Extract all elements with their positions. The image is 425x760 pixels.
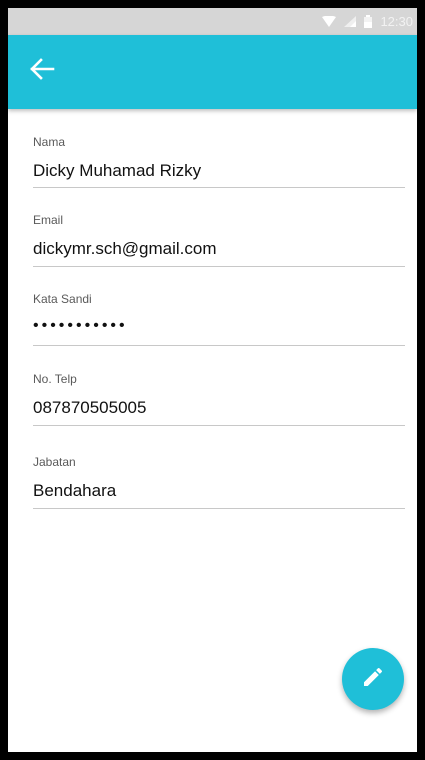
field-label: No. Telp — [33, 372, 77, 386]
field-value: 087870505005 — [33, 398, 147, 417]
status-bar: 12:30 — [8, 8, 417, 35]
pencil-icon — [361, 665, 385, 694]
field-value: Dicky Muhamad Rizky — [33, 161, 202, 180]
field-label: Email — [33, 213, 64, 227]
back-button[interactable] — [24, 53, 60, 89]
status-time: 12:30 — [380, 14, 413, 29]
signal-icon — [344, 16, 357, 27]
field-kata-sandi[interactable]: Kata Sandi ••••••••••• — [33, 291, 405, 346]
app-bar — [8, 35, 417, 109]
field-email[interactable]: Email dickymr.sch@gmail.com — [33, 212, 405, 267]
phone-screen: 12:30 Nama Dicky Muhamad Rizky Email dic… — [8, 8, 417, 752]
field-label: Nama — [33, 135, 66, 149]
field-no-telp[interactable]: No. Telp 087870505005 — [33, 371, 405, 426]
battery-icon — [364, 15, 373, 28]
arrow-left-icon — [29, 57, 55, 86]
field-label: Kata Sandi — [33, 292, 92, 306]
edit-button[interactable] — [342, 648, 404, 710]
field-nama[interactable]: Nama Dicky Muhamad Rizky — [33, 134, 405, 188]
wifi-icon — [322, 16, 337, 27]
field-value: dickymr.sch@gmail.com — [33, 239, 217, 258]
status-icons: 12:30 — [322, 8, 417, 35]
field-label: Jabatan — [33, 455, 76, 469]
field-value: Bendahara — [33, 481, 117, 500]
field-value: ••••••••••• — [33, 317, 128, 334]
field-jabatan[interactable]: Jabatan Bendahara — [33, 454, 405, 509]
